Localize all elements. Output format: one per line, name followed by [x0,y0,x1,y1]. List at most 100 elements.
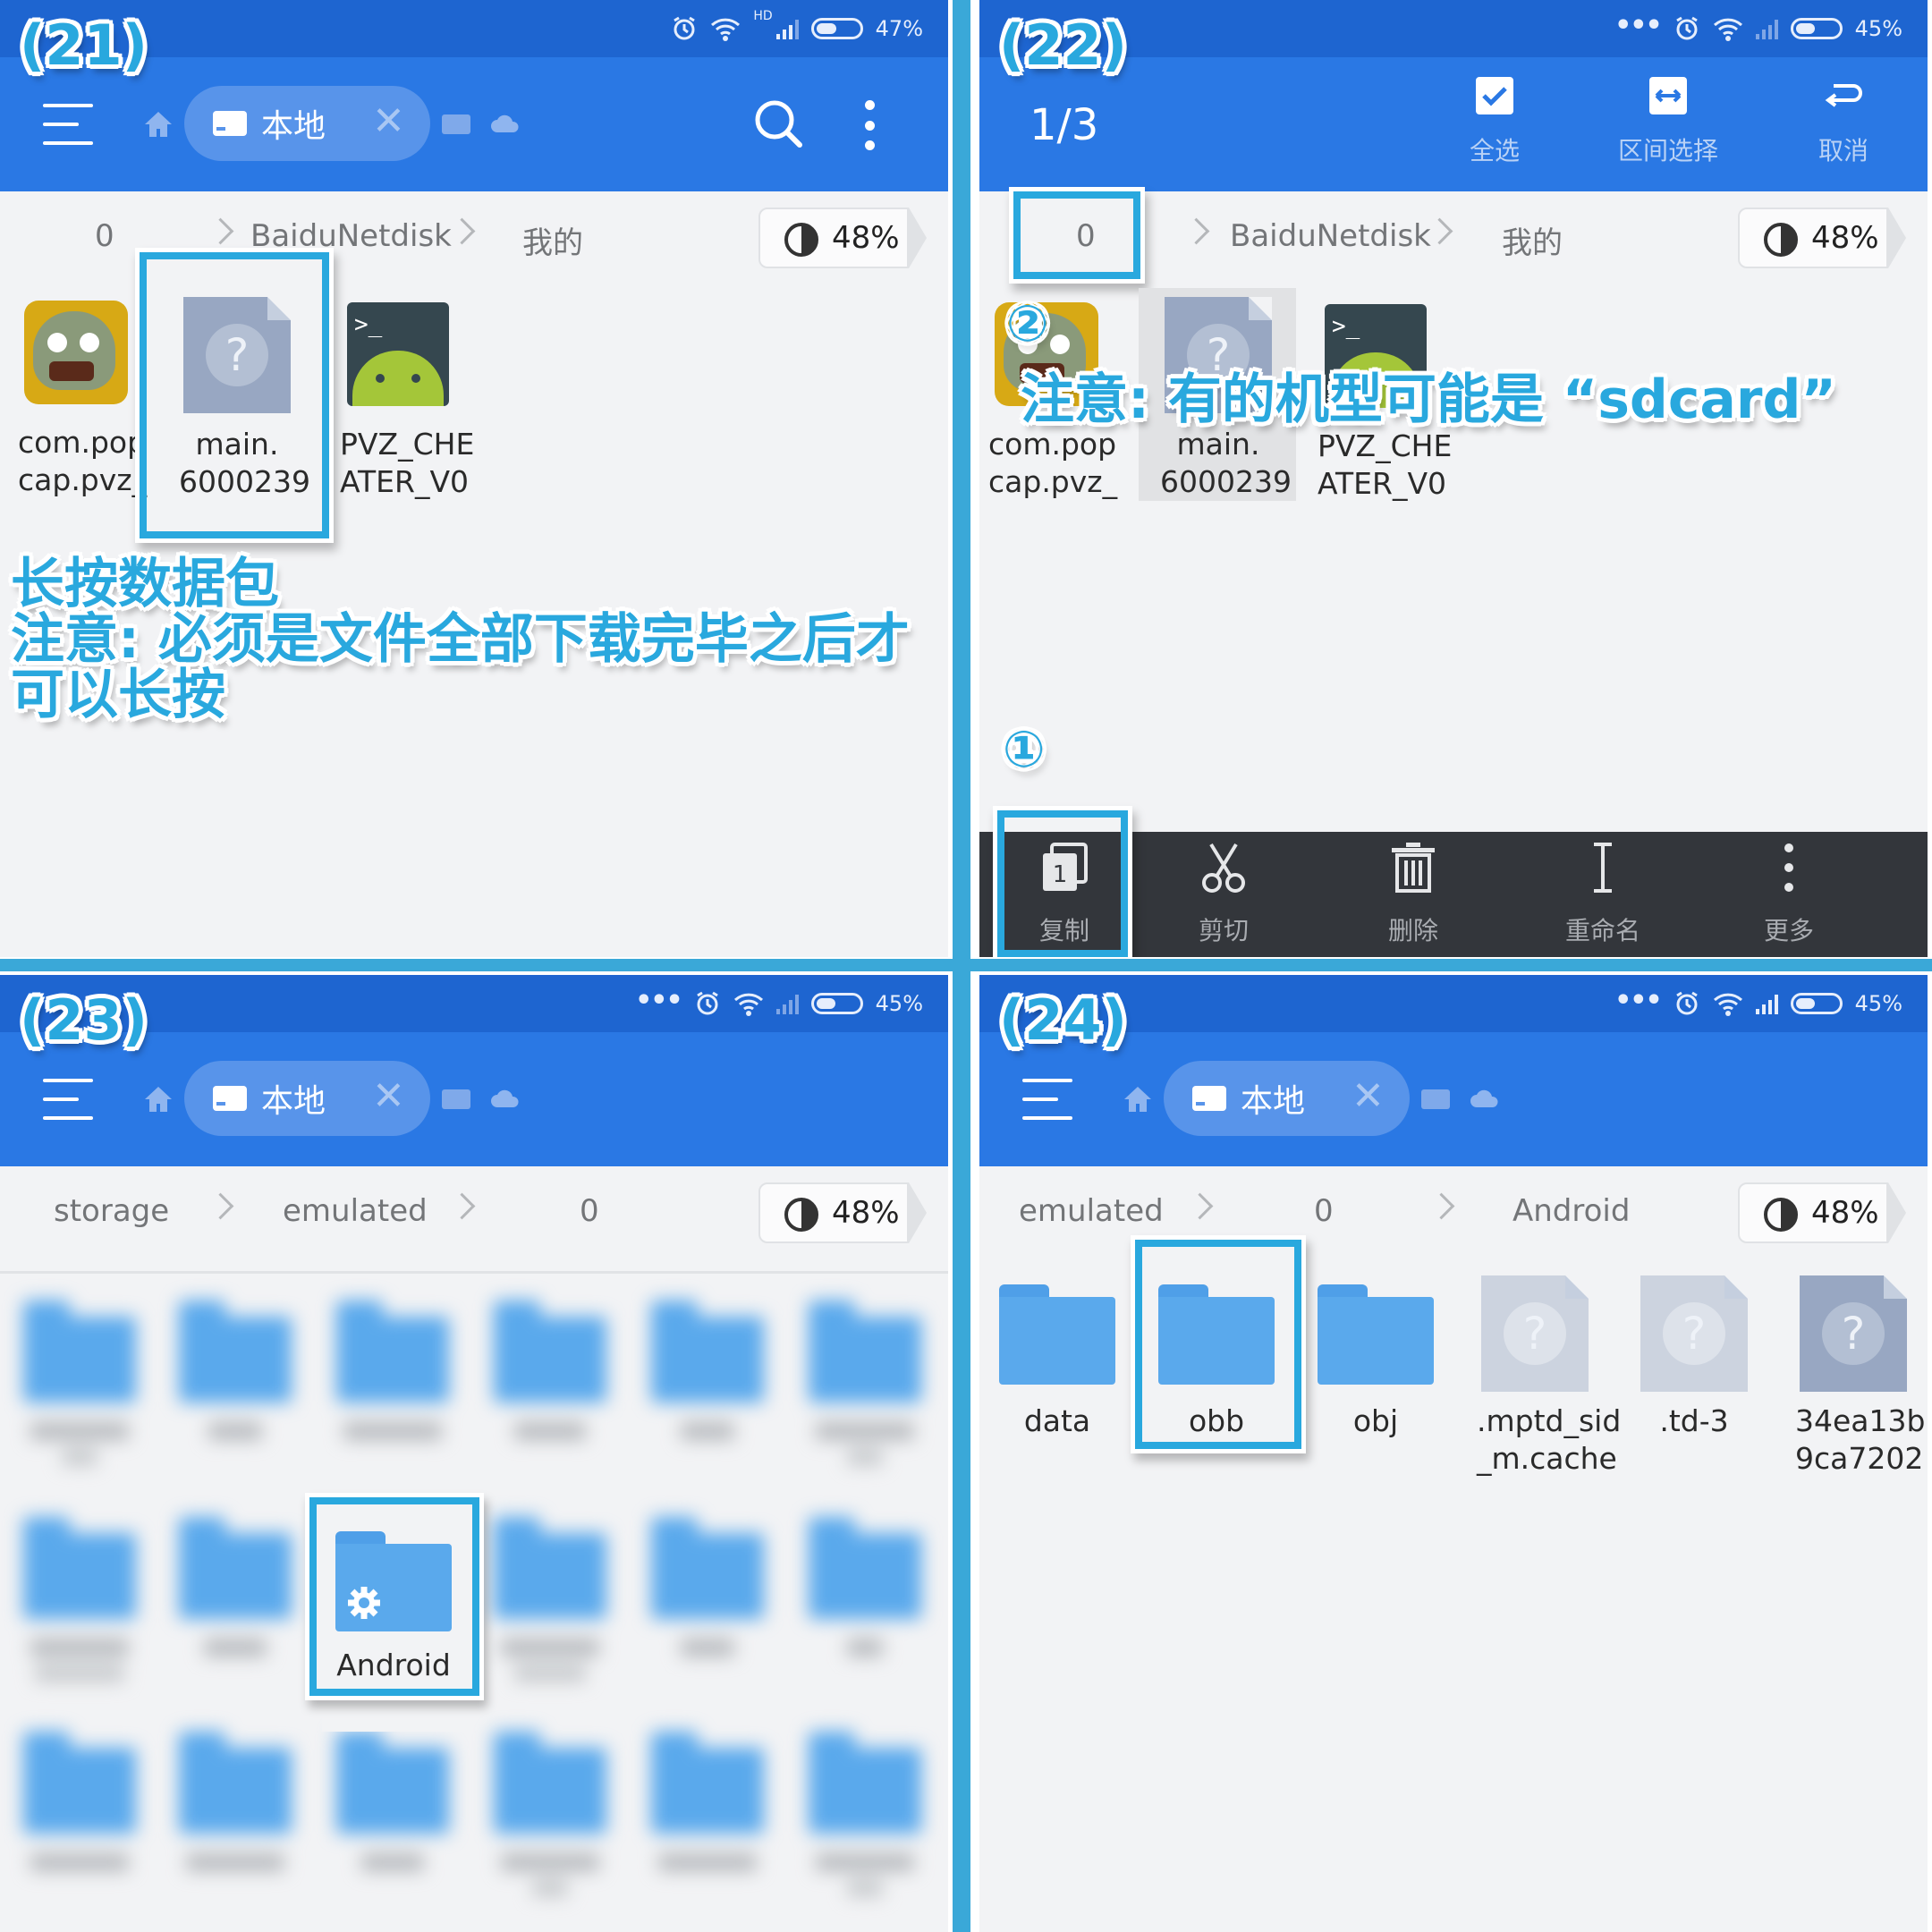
signal-icon [1755,993,1778,1014]
android-terminal-icon: >_ [347,302,449,406]
folder-item[interactable]: data [999,1284,1115,1440]
alarm-icon [1675,16,1698,40]
menu-icon[interactable] [1022,1079,1072,1120]
home-icon[interactable] [143,1084,174,1114]
cloud-icon[interactable] [1470,1088,1500,1109]
file-item[interactable]: com.pop cap.pvz_ [18,301,147,499]
storage-usage[interactable]: 48% [758,208,927,268]
signal-icon [775,993,799,1014]
battery-icon [810,993,863,1014]
crumb-1[interactable]: BaiduNetdisk [1230,218,1431,254]
file-name: .mptd_sid [1477,1403,1622,1438]
menu-icon[interactable] [43,1079,93,1120]
chevron-right-icon [1186,1192,1214,1220]
cut-button[interactable]: 剪切 [1148,841,1300,947]
panel-21: HD 47% 本地 ✕ 0 BaiduNetdisk 我的 48% com.po… [0,0,948,957]
file-name: PVZ_CHE [340,427,475,462]
network-type-label: HD [753,9,773,23]
battery-level [816,23,836,34]
file-name: com.pop [18,425,147,460]
highlight-box [1135,1240,1301,1449]
range-select-icon [1649,77,1687,114]
note-line: 可以长按 [11,664,225,726]
battery-percent: 45% [875,991,923,1016]
usage-percent: 48% [832,220,900,256]
crumb-2[interactable]: 我的 [1502,218,1563,262]
home-icon[interactable] [1123,1084,1153,1114]
menu-icon[interactable] [43,104,93,145]
wifi-icon [711,18,741,41]
folder-item[interactable]: obj [1318,1284,1434,1440]
window-icon[interactable] [442,114,470,134]
panel-23: ••• 45% 本地 ✕ storage emulated 0 48% Andr… [0,975,948,1932]
tab-local[interactable]: 本地 ✕ [1164,1061,1410,1136]
window-icon[interactable] [442,1089,470,1109]
close-tab-icon[interactable]: ✕ [1352,1073,1385,1119]
more-icon[interactable] [864,100,875,150]
battery-percent: 45% [1854,16,1902,41]
divider [0,959,1932,971]
window-icon[interactable] [1421,1089,1450,1109]
close-tab-icon[interactable]: ✕ [372,1073,405,1119]
tab-local[interactable]: 本地 ✕ [184,1061,430,1136]
unknown-file-icon: ? [1640,1275,1748,1392]
sdcard-icon [213,111,247,136]
usage-percent: 48% [1811,220,1879,256]
crumb-0[interactable]: 0 [95,218,114,254]
cloud-icon[interactable] [490,1088,521,1109]
battery-level [1795,998,1815,1009]
storage-usage[interactable]: 48% [758,1182,927,1243]
file-item[interactable]: ? .mptd_sid _m.cache [1477,1275,1622,1478]
more-button[interactable]: 更多 [1713,841,1865,947]
sdcard-icon [213,1086,247,1111]
folder-icon [1318,1284,1434,1385]
panel-24: ••• 45% 本地 ✕ emulated 0 Android 48% data… [979,975,1928,1932]
tab-local[interactable]: 本地 ✕ [184,86,430,161]
more-notifications-icon: ••• [1614,9,1663,41]
crumb-2[interactable]: 我的 [522,218,583,262]
range-select-button[interactable]: 区间选择 [1606,75,1731,167]
crumb-1[interactable]: 0 [1314,1193,1334,1229]
file-item[interactable]: ? .td-3 [1636,1275,1752,1440]
storage-usage[interactable]: 48% [1738,1182,1906,1243]
signal-icon [1755,18,1778,39]
usage-percent: 48% [1811,1195,1879,1231]
storage-usage[interactable]: 48% [1738,208,1906,268]
note-line: 长按数据包 [11,553,279,615]
selection-count: 1/3 [1030,100,1099,150]
crumb-0[interactable]: storage [54,1193,169,1229]
battery-level [816,998,835,1009]
delete-button[interactable]: 删除 [1337,841,1489,947]
signal-icon [775,18,799,39]
note-line: 注意: 必须是文件全部下载完毕之后才 [11,608,910,671]
crumb-2[interactable]: 0 [580,1193,599,1229]
rename-label: 重命名 [1564,916,1640,945]
crumb-1[interactable]: emulated [283,1193,428,1229]
cancel-label: 取消 [1818,136,1868,165]
chevron-right-icon [1182,217,1210,245]
crumb-2[interactable]: Android [1513,1193,1630,1229]
search-icon[interactable] [753,98,803,148]
rename-button[interactable]: 重命名 [1527,841,1679,947]
select-all-button[interactable]: 全选 [1432,75,1557,167]
alarm-icon [696,991,718,1015]
more-label: 更多 [1763,916,1814,945]
step-label: (24) [999,987,1127,1053]
file-item[interactable]: ? 34ea13b 9ca7202 [1795,1275,1925,1478]
breadcrumb: storage emulated 0 48% [0,1166,948,1274]
home-icon[interactable] [143,109,174,140]
cloud-icon[interactable] [490,113,521,134]
crumb-1[interactable]: BaiduNetdisk [250,218,452,254]
step-label: (21) [20,13,148,78]
instruction-note: 长按数据包 注意: 必须是文件全部下载完毕之后才 可以长按 [11,556,910,723]
cancel-button[interactable]: 取消 [1781,75,1906,167]
folder-icon [999,1284,1115,1385]
battery-icon [810,18,863,39]
crumb-0[interactable]: emulated [1019,1193,1164,1229]
file-item[interactable]: >_ PVZ_CHE ATER_V0 [340,302,475,501]
close-tab-icon[interactable]: ✕ [372,98,405,144]
instruction-note: 注意: 有的机型可能是 “sdcard” [1021,369,1836,431]
battery-icon [1790,18,1843,39]
battery-level [1795,23,1815,34]
file-name: _m.cache [1477,1441,1617,1476]
